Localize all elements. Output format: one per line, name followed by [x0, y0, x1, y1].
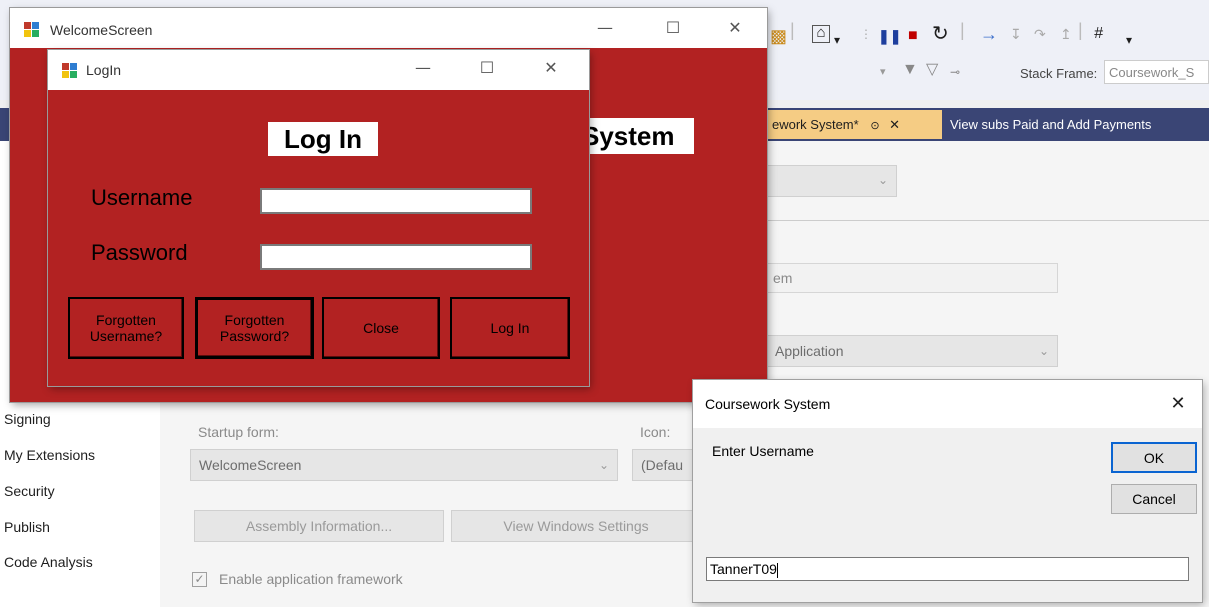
close-icon[interactable]: ✕ — [536, 58, 566, 77]
enable-framework-checkbox[interactable]: ✓ — [192, 572, 207, 587]
application-type-combo[interactable]: Application ⌄ — [766, 335, 1058, 367]
assembly-information-button[interactable]: Assembly Information... — [194, 510, 444, 542]
restart-icon[interactable]: ↻ — [932, 24, 949, 44]
minimize-icon[interactable]: — — [590, 18, 620, 37]
view-windows-settings-button[interactable]: View Windows Settings — [451, 510, 701, 542]
startup-form-combo[interactable]: WelcomeScreen ⌄ — [190, 449, 618, 481]
startup-form-value: WelcomeScreen — [199, 457, 302, 473]
login-button[interactable]: Log In — [450, 297, 570, 359]
password-input[interactable] — [260, 244, 532, 270]
sidebar-item-publish[interactable]: Publish — [4, 519, 50, 535]
window-title: Coursework System — [705, 396, 831, 412]
tab-project-properties[interactable]: ework System* ⊙ ✕ — [766, 110, 942, 139]
close-icon[interactable]: ✕ — [720, 18, 750, 37]
step-out-icon[interactable]: ↥ — [1060, 24, 1072, 44]
dropdown-arrow-icon[interactable]: ▾ — [880, 62, 886, 82]
grip-icon: ⋮ — [860, 27, 872, 41]
welcome-titlebar[interactable]: WelcomeScreen — ☐ ✕ — [10, 8, 767, 48]
icon-combo[interactable]: (Defau — [632, 449, 702, 481]
folder-icon[interactable]: ▩ — [770, 26, 787, 46]
filter-icon[interactable]: ▼ — [902, 60, 918, 80]
step-into-icon[interactable]: ↧ — [1010, 24, 1022, 44]
sidebar-item-signing[interactable]: Signing — [4, 411, 51, 427]
hex-display-icon[interactable]: # — [1094, 24, 1103, 44]
tab-view-subs-paid[interactable]: View subs Paid and Add Payments — [942, 110, 1209, 139]
dropdown-arrow-icon[interactable]: ▾ — [1126, 30, 1132, 50]
enable-framework-label: Enable application framework — [219, 571, 403, 587]
text-cursor — [776, 562, 778, 578]
username-entry-value: TannerT09 — [710, 561, 777, 577]
separator: | — [960, 20, 965, 40]
input-box-prompt: Enter Username — [712, 443, 814, 459]
username-label: Username — [91, 185, 193, 210]
sidebar-item-security[interactable]: Security — [4, 483, 55, 499]
toggle-threads-icon[interactable]: ⊸ — [950, 62, 960, 82]
close-icon[interactable]: ✕ — [889, 117, 900, 132]
dropdown-arrow-icon[interactable]: ▾ — [834, 30, 840, 50]
pause-icon[interactable]: ❚❚ — [878, 26, 901, 46]
configuration-combo[interactable]: ⌄ — [766, 165, 897, 197]
sidebar-item-code-analysis[interactable]: Code Analysis — [4, 554, 93, 570]
icon-label: Icon: — [640, 424, 671, 440]
password-label: Password — [91, 240, 188, 265]
separator: | — [790, 20, 795, 40]
stop-icon[interactable]: ■ — [908, 26, 918, 46]
stack-frame-select[interactable]: Coursework_S — [1104, 60, 1209, 84]
stack-frame-label: Stack Frame: — [1020, 66, 1098, 81]
username-entry-field[interactable]: TannerT09 — [706, 557, 1189, 581]
welcome-heading: System — [572, 118, 694, 154]
show-next-statement-icon[interactable]: → — [980, 24, 998, 44]
step-over-icon[interactable]: ↷ — [1034, 24, 1046, 44]
tab-label: ework System* — [772, 117, 859, 132]
separator: | — [1078, 20, 1083, 40]
ok-button[interactable]: OK — [1111, 442, 1197, 473]
close-icon[interactable]: ✕ — [1163, 393, 1193, 414]
assembly-name-field[interactable]: em — [766, 263, 1058, 293]
forgot-username-button[interactable]: Forgotten Username? — [68, 297, 184, 359]
divider — [766, 220, 1209, 221]
close-button[interactable]: Close — [322, 297, 440, 359]
maximize-icon[interactable]: ☐ — [658, 18, 688, 37]
sidebar-item-my-extensions[interactable]: My Extensions — [4, 447, 95, 463]
window-title: WelcomeScreen — [50, 22, 153, 38]
window-title: LogIn — [86, 62, 122, 78]
input-box-titlebar[interactable]: Coursework System ✕ — [693, 380, 1202, 428]
startup-form-label: Startup form: — [198, 424, 279, 440]
chevron-down-icon: ⌄ — [598, 458, 609, 472]
application-type-value: Application — [775, 343, 844, 359]
username-input[interactable] — [260, 188, 532, 214]
forgot-password-button[interactable]: Forgotten Password? — [195, 297, 314, 359]
maximize-icon[interactable]: ☐ — [472, 58, 502, 77]
login-heading: Log In — [268, 122, 378, 156]
minimize-icon[interactable]: — — [408, 58, 438, 77]
app-icon — [24, 22, 40, 38]
chevron-down-icon: ⌄ — [877, 173, 888, 187]
app-icon — [62, 63, 78, 79]
home-icon[interactable]: ⌂ — [812, 25, 830, 43]
pin-icon[interactable]: ⊙ — [870, 120, 879, 132]
filter-clear-icon[interactable]: ▽ — [926, 60, 938, 80]
login-titlebar[interactable]: LogIn — ☐ ✕ — [48, 50, 589, 90]
cancel-button[interactable]: Cancel — [1111, 484, 1197, 514]
chevron-down-icon: ⌄ — [1038, 344, 1049, 358]
